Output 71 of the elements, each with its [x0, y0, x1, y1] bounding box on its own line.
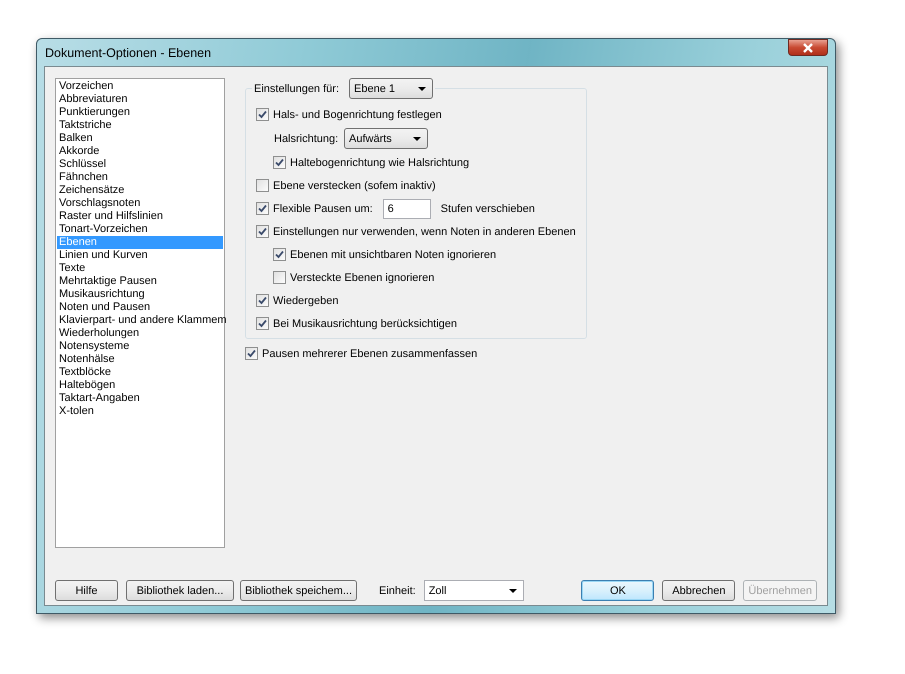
category-item[interactable]: Vorzeichen	[57, 80, 223, 93]
category-item[interactable]: Musikausrichtung	[57, 288, 223, 301]
option-label: Wiedergeben	[273, 294, 338, 306]
unit-label: Einheit:	[379, 584, 416, 596]
close-button[interactable]	[788, 39, 828, 56]
option-label: Halsrichtung:	[274, 132, 340, 144]
checkbox[interactable]	[273, 248, 286, 261]
category-item[interactable]: Haltebögen	[57, 379, 223, 392]
category-item[interactable]: X-tolen	[57, 405, 223, 418]
direction-dropdown[interactable]: Aufwärts	[344, 128, 428, 149]
check-icon	[258, 204, 267, 213]
check-icon	[275, 158, 284, 167]
category-item[interactable]: Linien und Kurven	[57, 249, 223, 262]
caret-icon	[413, 136, 421, 140]
unit-dropdown[interactable]: Zoll	[424, 580, 524, 601]
check-icon	[275, 250, 284, 259]
suffix-label: Stufen verschieben	[440, 202, 535, 214]
close-icon	[802, 42, 814, 52]
settings-for-label: Einstellungen für:	[254, 82, 339, 94]
category-item[interactable]: Zeichensätze	[57, 184, 223, 197]
option-label: Haltebogenrichtung wie Halsrichtung	[290, 156, 470, 168]
category-item[interactable]: Taktart-Angaben	[57, 392, 223, 405]
caret-icon	[418, 86, 426, 90]
checkbox[interactable]	[273, 156, 286, 169]
category-item[interactable]: Schlüssel	[57, 158, 223, 171]
checkbox[interactable]	[256, 317, 269, 330]
check-icon	[258, 227, 267, 236]
dialog-button[interactable]: OK	[581, 580, 654, 601]
caret-icon	[508, 588, 517, 592]
checkbox[interactable]	[256, 225, 269, 238]
option-label: Hals- und Bogenrichtung festlegen	[273, 108, 442, 120]
checkbox[interactable]	[256, 294, 269, 307]
check-icon	[247, 349, 256, 358]
checkbox[interactable]	[273, 271, 286, 284]
option-label: Bei Musikausrichtung berücksichtigen	[273, 318, 458, 330]
option-label: Flexible Pausen um:	[273, 202, 373, 214]
dialog-button[interactable]: Abbrechen	[662, 580, 736, 601]
checkbox[interactable]	[256, 108, 269, 121]
option-label: Ebene verstecken (sofem inaktiv)	[273, 180, 436, 192]
category-item[interactable]: Vorschlagsnoten	[57, 197, 223, 210]
checkbox[interactable]	[256, 179, 269, 192]
category-item[interactable]: Textblöcke	[57, 366, 223, 379]
category-item[interactable]: Notensysteme	[57, 340, 223, 353]
checkbox[interactable]	[245, 347, 258, 360]
steps-input[interactable]: 6	[382, 198, 431, 218]
checkbox[interactable]	[256, 202, 269, 215]
option-label: Pausen mehrerer Ebenen zusammenfassen	[262, 348, 478, 360]
dialog-button[interactable]: Bibliothek laden...	[126, 580, 234, 601]
category-item[interactable]: Fähnchen	[57, 171, 223, 184]
category-item[interactable]: Taktstriche	[57, 119, 223, 132]
check-icon	[258, 296, 267, 305]
check-icon	[258, 319, 267, 328]
dialog-button[interactable]: Bibliothek speichem...	[240, 580, 357, 601]
category-item[interactable]: Punktierungen	[57, 106, 223, 119]
option-label: Einstellungen nur verwenden, wenn Noten in anderen Ebenen	[273, 226, 576, 238]
window-title: Dokument-Optionen - Ebenen	[44, 46, 212, 60]
category-item[interactable]: Abbreviaturen	[57, 93, 223, 106]
option-label: Ebenen mit unsichtbaren Noten ignorieren	[290, 248, 496, 260]
option-label: Versteckte Ebenen ignorieren	[290, 272, 434, 284]
category-item[interactable]: Texte	[57, 262, 223, 275]
dialog-button[interactable]: Hilfe	[55, 580, 118, 601]
category-item[interactable]: Balken	[57, 132, 223, 145]
layer-dropdown[interactable]: Ebene 1	[349, 78, 433, 99]
category-item[interactable]: Wiederholungen	[57, 327, 223, 340]
category-item[interactable]: Mehrtaktige Pausen	[57, 275, 223, 288]
category-item[interactable]: Tonart-Vorzeichen	[57, 223, 223, 236]
category-item[interactable]: Notenhälse	[57, 353, 223, 366]
category-item[interactable]: Akkorde	[57, 145, 223, 158]
category-item[interactable]: Noten und Pausen	[57, 301, 223, 314]
category-item[interactable]: Raster und Hilfslinien	[57, 210, 223, 223]
check-icon	[258, 110, 267, 119]
